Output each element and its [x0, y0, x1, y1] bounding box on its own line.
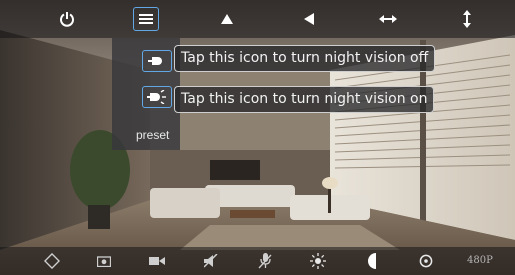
night-vision-on-icon[interactable] — [142, 86, 172, 108]
snapshot-icon[interactable] — [94, 252, 114, 270]
night-vision-off-icon[interactable] — [142, 50, 172, 72]
tilt-up-icon[interactable] — [214, 6, 240, 32]
brightness-icon[interactable] — [308, 252, 328, 270]
menu-icon[interactable] — [133, 7, 159, 31]
night-vision-off-tooltip: Tap this icon to turn night vision off — [174, 45, 436, 72]
bottom-toolbar: 480P — [0, 247, 515, 275]
night-vision-on-tooltip: Tap this icon to turn night vision on — [174, 86, 435, 113]
horizontal-patrol-icon[interactable] — [375, 6, 401, 32]
vertical-patrol-icon[interactable] — [454, 6, 480, 32]
power-icon[interactable] — [54, 6, 80, 32]
contrast-icon[interactable] — [362, 252, 382, 270]
record-icon[interactable] — [147, 252, 167, 270]
mute-icon[interactable] — [201, 252, 221, 270]
camera-viewer: preset Tap this icon to turn night visio… — [0, 0, 515, 275]
resolution-selector[interactable]: 480P — [467, 255, 493, 266]
pan-left-icon[interactable] — [296, 6, 322, 32]
microphone-icon[interactable] — [255, 252, 275, 270]
live-video-feed — [0, 0, 515, 275]
menu-dropdown: preset — [112, 38, 180, 150]
top-toolbar — [0, 0, 515, 38]
rotate-icon[interactable] — [42, 252, 62, 270]
settings-icon[interactable] — [416, 252, 436, 270]
preset-menu-item[interactable]: preset — [136, 128, 169, 142]
